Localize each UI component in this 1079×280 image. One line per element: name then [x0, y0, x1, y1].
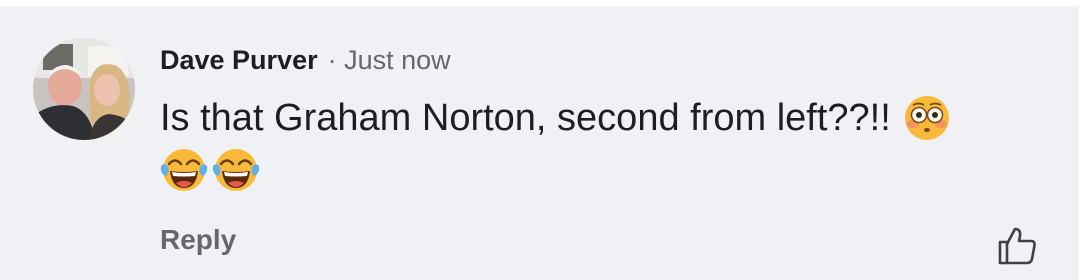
timestamp-text: Just now	[344, 44, 451, 75]
face-with-tears-of-joy-icon	[212, 146, 260, 194]
thumbs-up-outline-icon[interactable]	[995, 224, 1039, 268]
comment-header: Dave Purver · Just now	[160, 42, 451, 78]
author-name[interactable]: Dave Purver	[160, 45, 318, 76]
flushed-face-icon	[903, 94, 951, 142]
face-with-tears-of-joy-icon	[160, 146, 208, 194]
comment-text-line-2	[160, 146, 260, 194]
reply-button[interactable]: Reply	[160, 224, 236, 256]
comment-text-line-1: Is that Graham Norton, second from left?…	[160, 94, 951, 142]
comment-text: Is that Graham Norton, second from left?…	[160, 97, 891, 139]
comment-card: Dave Purver · Just now Is that Graham No…	[0, 6, 1079, 280]
timestamp: · Just now	[328, 45, 451, 76]
separator-dot: ·	[327, 44, 337, 75]
avatar[interactable]	[33, 38, 135, 140]
